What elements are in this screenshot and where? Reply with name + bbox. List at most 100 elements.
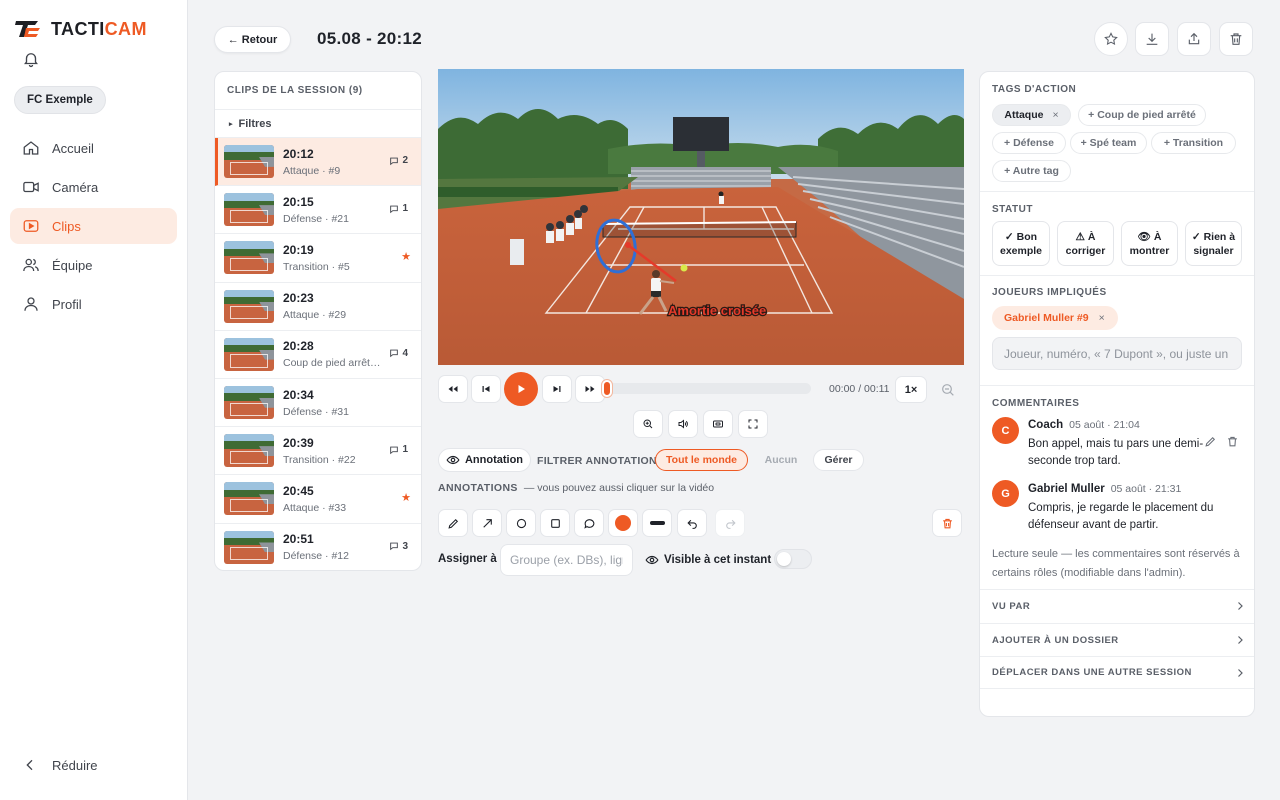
redo-button[interactable]: [715, 509, 745, 537]
collapse-sidebar-button[interactable]: Réduire: [22, 757, 98, 773]
clip-row[interactable]: 20:51 Défense · #12 3: [215, 524, 421, 571]
line-width-button[interactable]: [642, 509, 672, 537]
skip-forward-icon: [553, 386, 561, 392]
text-bubble-tool-button[interactable]: [574, 509, 604, 537]
zoom-out-icon[interactable]: [940, 382, 956, 398]
tag-add-transition[interactable]: + Transition: [1151, 132, 1236, 154]
video-player[interactable]: Amortie croisée: [438, 69, 964, 365]
nav-item-clips[interactable]: Clips: [10, 208, 177, 244]
nav-item-profil[interactable]: Profil: [10, 286, 177, 322]
clear-annotations-button[interactable]: [932, 509, 962, 537]
readonly-note: Lecture seule — les commentaires sont ré…: [992, 548, 1240, 579]
player-tag[interactable]: Gabriel Muller #9 ×: [992, 306, 1118, 330]
progress-handle[interactable]: [602, 380, 612, 397]
divider: [980, 191, 1254, 192]
tag-add-defense[interactable]: + Défense: [992, 132, 1066, 154]
status-nothing-to-report-button[interactable]: ✓ Rien à signaler: [1185, 221, 1242, 266]
zoom-in-icon: [643, 419, 653, 429]
club-selector[interactable]: FC Exemple: [14, 86, 106, 114]
redo-icon: [725, 519, 736, 529]
clip-row[interactable]: 20:23 Attaque · #29: [215, 283, 421, 331]
visible-now-toggle[interactable]: [774, 549, 812, 569]
fullscreen-icon: [748, 419, 758, 429]
remove-tag-icon[interactable]: ×: [1052, 109, 1058, 121]
filters-toggle[interactable]: ▸ Filtres: [215, 110, 421, 138]
back-button[interactable]: ← Retour: [214, 26, 291, 53]
filter-everyone-button[interactable]: Tout le monde: [655, 449, 748, 471]
comment-icon: [390, 157, 399, 165]
volume-button[interactable]: [668, 410, 698, 438]
nav-label: Équipe: [52, 257, 93, 273]
status-to-show-button[interactable]: 👁 À montrer: [1121, 221, 1178, 266]
annotation-toggle-button[interactable]: Annotation: [438, 448, 531, 472]
row-label: AJOUTER À UN DOSSIER: [992, 634, 1119, 646]
zoom-in-button[interactable]: [633, 410, 663, 438]
next-frame-button[interactable]: [542, 375, 572, 403]
clip-time: 20:19: [283, 242, 314, 257]
arrow-tool-button[interactable]: [472, 509, 502, 537]
edit-comment-icon[interactable]: [1204, 435, 1217, 448]
color-picker-button[interactable]: [608, 509, 638, 537]
delete-button[interactable]: [1219, 22, 1253, 56]
home-icon: [23, 141, 39, 155]
play-button[interactable]: [504, 372, 538, 406]
annotation-toggle-label: Annotation: [464, 454, 524, 466]
annotation-text[interactable]: Amortie croisée: [667, 302, 768, 320]
status-to-correct-button[interactable]: ⚠ À corriger: [1057, 221, 1114, 266]
clip-details-panel: TAGS D'ACTION Attaque × + Coup de pied a…: [979, 71, 1255, 717]
tag-attaque[interactable]: Attaque ×: [992, 104, 1071, 126]
clip-subtitle: Transition · #22: [283, 453, 356, 466]
clip-row[interactable]: 20:19 Transition · #5 ★: [215, 234, 421, 283]
clip-row[interactable]: 20:28 Coup de pied arrêt… 4: [215, 331, 421, 379]
clips-icon: [23, 220, 39, 232]
clip-time: 20:51: [283, 532, 314, 547]
tag-add-spe-team[interactable]: + Spé team: [1070, 132, 1147, 154]
pencil-tool-button[interactable]: [438, 509, 468, 537]
player-tag-label: Gabriel Muller #9: [1004, 312, 1089, 324]
clip-row[interactable]: 20:12 Attaque · #9 2: [215, 138, 421, 187]
nav-item-accueil[interactable]: Accueil: [10, 130, 177, 166]
brand-logo[interactable]: TACTICAM: [14, 18, 147, 40]
fast-forward-icon: [585, 386, 595, 392]
assign-group-input[interactable]: [500, 544, 633, 576]
clip-list-title: CLIPS DE LA SESSION (9): [215, 72, 421, 110]
status-good-example-button[interactable]: ✓ Bon exemple: [992, 221, 1050, 266]
picture-in-picture-button[interactable]: [703, 410, 733, 438]
video-frame[interactable]: Amortie croisée: [438, 69, 964, 365]
undo-button[interactable]: [677, 509, 707, 537]
clip-row[interactable]: 20:45 Attaque · #33 ★: [215, 475, 421, 524]
tag-add-coup-de-pied-arrete[interactable]: + Coup de pied arrêté: [1078, 104, 1206, 126]
add-to-folder-row[interactable]: AJOUTER À UN DOSSIER: [980, 623, 1254, 656]
previous-frame-button[interactable]: [471, 375, 501, 403]
square-tool-button[interactable]: [540, 509, 570, 537]
clip-subtitle: Défense · #12: [283, 550, 349, 563]
seen-by-row[interactable]: VU PAR: [980, 589, 1254, 622]
rewind-button[interactable]: [438, 375, 468, 403]
share-button[interactable]: [1177, 22, 1211, 56]
manage-filters-button[interactable]: Gérer: [813, 449, 864, 471]
filter-none-button[interactable]: Aucun: [753, 449, 809, 471]
circle-tool-button[interactable]: [506, 509, 536, 537]
player-search-input[interactable]: [992, 337, 1242, 370]
bell-icon[interactable]: [22, 50, 40, 68]
skip-back-icon: [482, 386, 490, 392]
fullscreen-button[interactable]: [738, 410, 768, 438]
move-session-row[interactable]: DÉPLACER DANS UNE AUTRE SESSION: [980, 656, 1254, 689]
nav-item-camera[interactable]: Caméra: [10, 169, 177, 205]
clip-thumbnail: [224, 386, 274, 420]
favorite-button[interactable]: [1094, 22, 1128, 56]
clip-thumbnail: [224, 434, 274, 468]
clip-row[interactable]: 20:39 Transition · #22 1: [215, 427, 421, 476]
tag-add-other[interactable]: + Autre tag: [992, 160, 1071, 182]
nav-item-equipe[interactable]: Équipe: [10, 247, 177, 283]
download-button[interactable]: [1135, 22, 1169, 56]
line-icon: [649, 521, 665, 525]
fast-forward-button[interactable]: [575, 375, 605, 403]
progress-track[interactable]: [604, 383, 811, 394]
delete-comment-icon[interactable]: [1226, 435, 1239, 448]
timecode: 00:00 / 00:11: [829, 383, 890, 395]
playback-speed-button[interactable]: 1×: [895, 376, 927, 403]
clip-row[interactable]: 20:15 Défense · #21 1: [215, 186, 421, 235]
clip-row[interactable]: 20:34 Défense · #31: [215, 379, 421, 428]
remove-player-icon[interactable]: ×: [1099, 312, 1105, 324]
